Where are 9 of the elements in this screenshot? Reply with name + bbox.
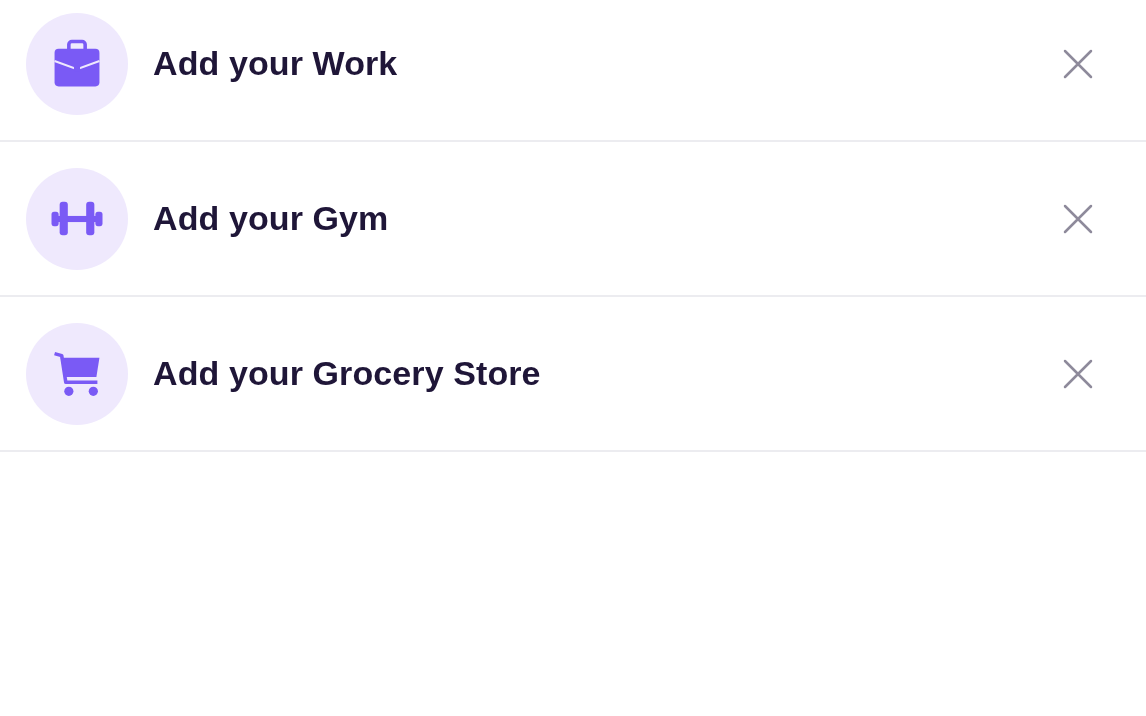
- add-place-label[interactable]: Add your Grocery Store: [153, 348, 541, 399]
- add-place-label[interactable]: Add your Gym: [153, 193, 389, 244]
- close-icon: [1063, 203, 1093, 234]
- close-icon: [1063, 358, 1093, 389]
- briefcase-icon: [26, 12, 128, 115]
- dumbbell-icon: [26, 167, 128, 270]
- add-place-label[interactable]: Add your Work: [153, 38, 398, 89]
- close-icon: [1063, 48, 1093, 79]
- cart-icon: [26, 322, 128, 425]
